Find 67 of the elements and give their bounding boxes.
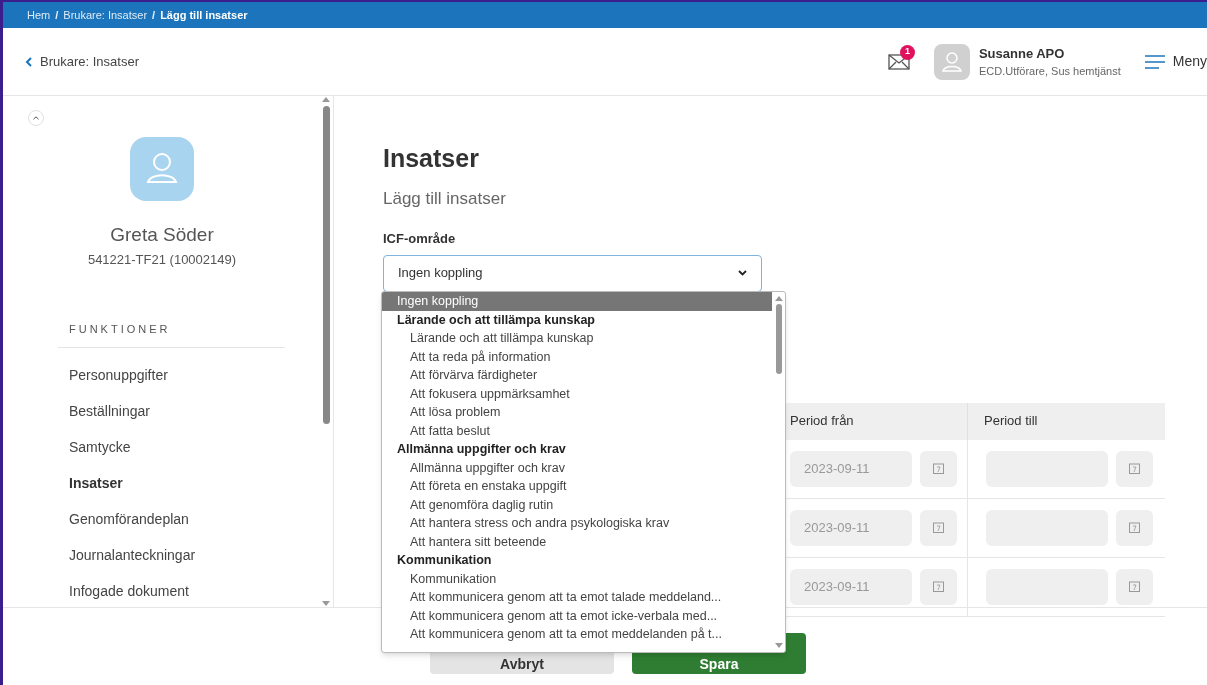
dropdown-option[interactable]: Allmänna uppgifter och krav — [382, 458, 772, 477]
calendar-icon — [1129, 463, 1140, 474]
collapse-icon[interactable] — [28, 110, 44, 126]
nav-item[interactable]: Genomförandeplan — [58, 501, 285, 538]
avatar-icon — [933, 43, 970, 80]
breadcrumb-link[interactable]: Lägg till insatser — [160, 6, 248, 24]
option-group-label: Kommunikation — [396, 552, 493, 569]
user-role: ECD.Utförare, Sus hemtjänst — [978, 64, 1121, 79]
dropdown-option[interactable]: Att företa en enstaka uppgift — [382, 477, 772, 496]
nav-item[interactable]: Journalanteckningar — [58, 537, 285, 574]
dropdown-option[interactable]: Kommunikation — [382, 569, 772, 588]
dropdown-option[interactable]: Att lösa problem — [382, 403, 772, 422]
dropdown-option[interactable]: Att fokusera uppmärksamhet — [382, 384, 772, 403]
calendar-button[interactable] — [920, 568, 957, 605]
scroll-up-icon[interactable] — [774, 295, 783, 301]
dropdown-option[interactable]: Att fatta beslut — [382, 421, 772, 440]
calendar-button[interactable] — [1116, 568, 1153, 605]
scroll-down-icon[interactable] — [322, 601, 330, 607]
section-heading: FUNKTIONER — [58, 321, 285, 348]
page-title: Insatser — [383, 143, 480, 174]
option-group-label: Lärande och att tillämpa kunskap — [396, 311, 596, 329]
scroll-up-icon[interactable] — [322, 96, 330, 102]
dropdown-option[interactable]: Att hantera sitt beteende — [382, 532, 772, 551]
column-header: Period till — [967, 402, 1165, 440]
menu-icon — [1144, 54, 1165, 69]
breadcrumb-separator: / — [55, 7, 59, 23]
nav-item[interactable]: Personuppgifter — [58, 357, 285, 394]
page-subtitle: Lägg till insatser — [383, 187, 507, 210]
calendar-button[interactable] — [1116, 450, 1153, 487]
back-link[interactable]: Brukare: Insatser — [25, 51, 139, 72]
breadcrumb-link[interactable]: Hem — [27, 6, 51, 24]
nav-item[interactable]: Insatser — [58, 465, 285, 502]
menu-button[interactable]: Meny — [1144, 51, 1207, 72]
option-group-label: Allmänna uppgifter och krav — [396, 441, 567, 458]
breadcrumb-separator: / — [152, 7, 156, 23]
dropdown-option[interactable]: Att kommunicera genom att ta emot icke-verbala med... — [382, 606, 772, 625]
breadcrumb-link[interactable]: Brukare: Insatser — [63, 6, 148, 24]
dropdown-option[interactable]: Att förvärva färdigheter — [382, 366, 772, 385]
column-header: Period från — [789, 412, 855, 431]
nav-item[interactable]: Samtycke — [58, 429, 285, 466]
scroll-down-icon[interactable] — [774, 643, 783, 649]
dropdown-option[interactable]: Ingen koppling — [382, 292, 772, 311]
calendar-icon — [1129, 522, 1140, 533]
mail-icon[interactable] — [887, 53, 910, 70]
calendar-icon — [933, 522, 944, 533]
nav-item[interactable]: Infogade dokument — [58, 573, 285, 610]
dropdown-option[interactable]: Att ta reda på information — [382, 347, 772, 366]
user-name: Susanne APO — [978, 44, 1066, 63]
nav-item[interactable]: Beställningar — [58, 393, 285, 430]
dropdown-option[interactable]: Lärande och att tillämpa kunskap — [382, 329, 772, 348]
calendar-icon — [933, 463, 944, 474]
client-id: 541221-TF21 (10002149) — [87, 250, 237, 269]
calendar-button[interactable] — [1116, 509, 1153, 546]
client-name: Greta Söder — [110, 223, 214, 247]
chevron-left-icon — [25, 56, 32, 67]
calendar-button[interactable] — [920, 509, 957, 546]
dropdown-option[interactable]: Att kommunicera genom att ta emot talade meddeland... — [382, 588, 772, 607]
field-label: ICF-område — [383, 230, 457, 248]
calendar-icon — [1129, 581, 1140, 592]
scrollbar[interactable] — [319, 96, 333, 607]
dropdown-option[interactable]: Att genomföra daglig rutin — [382, 495, 772, 514]
notification-badge: 1 — [899, 44, 915, 60]
caret-icon — [738, 270, 747, 276]
calendar-button[interactable] — [920, 450, 957, 487]
dropdown-option[interactable]: Att hantera stress och andra psykologiska krav — [382, 514, 772, 533]
client-avatar-icon — [130, 137, 194, 201]
calendar-icon — [933, 581, 944, 592]
